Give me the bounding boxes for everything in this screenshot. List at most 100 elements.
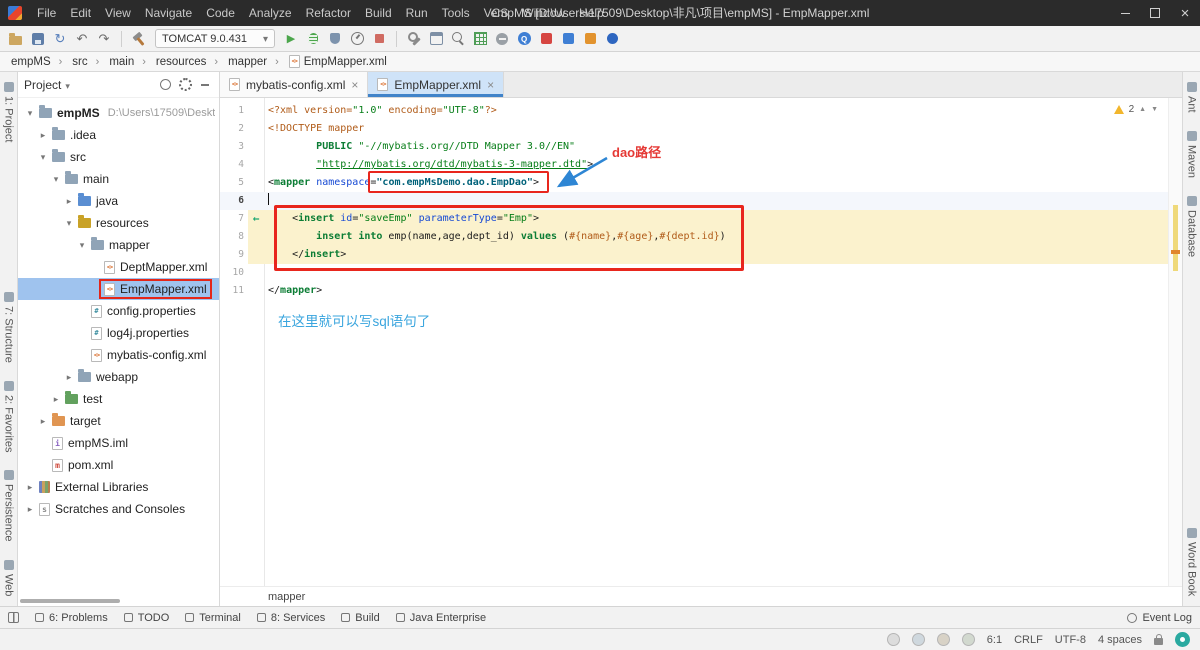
build-icon[interactable] [129, 29, 149, 49]
encoding-selector[interactable]: UTF-8 [1055, 634, 1086, 646]
plug-red-icon[interactable] [536, 29, 556, 49]
breadcrumb-empms[interactable]: empMS [10, 56, 52, 68]
tree-row-config-properties[interactable]: config.properties [18, 300, 219, 322]
plugin-status-icon[interactable] [1175, 632, 1190, 647]
code-text[interactable]: </insert> [264, 246, 1168, 264]
menu-build[interactable]: Build [358, 0, 399, 26]
breadcrumb-main[interactable]: main [89, 56, 136, 68]
indent-selector[interactable]: 4 spaces [1098, 634, 1142, 646]
menu-navigate[interactable]: Navigate [138, 0, 199, 26]
debug-icon[interactable] [303, 29, 323, 49]
breadcrumb-resources[interactable]: resources [135, 56, 207, 68]
hide-panel-icon[interactable] [197, 77, 213, 93]
tool-stripe-7-structure[interactable]: 7: Structure [3, 288, 15, 367]
tool-stripe-1-project[interactable]: 1: Project [3, 78, 15, 146]
run-icon[interactable] [281, 29, 301, 49]
tree-row-external-libraries[interactable]: External Libraries [18, 476, 219, 498]
close-button[interactable] [1170, 0, 1200, 26]
horizontal-scrollbar[interactable] [20, 599, 120, 603]
editor-tab-empmapper-xml[interactable]: EmpMapper.xml [368, 72, 504, 97]
search-icon[interactable] [448, 29, 468, 49]
line-number[interactable]: 6 [220, 192, 248, 210]
profiler-icon[interactable] [347, 29, 367, 49]
tree-row-mapper[interactable]: mapper [18, 234, 219, 256]
tool-stripe-ant[interactable]: Ant [1186, 78, 1198, 117]
line-number[interactable]: 1 [220, 102, 248, 120]
editor-tab-mybatis-config-xml[interactable]: mybatis-config.xml [220, 72, 368, 97]
module-icon[interactable] [426, 29, 446, 49]
next-warning-icon[interactable] [1151, 106, 1158, 113]
line-number[interactable]: 5 [220, 174, 248, 192]
stop-icon[interactable] [369, 29, 389, 49]
menu-tools[interactable]: Tools [435, 0, 477, 26]
prev-warning-icon[interactable] [1139, 106, 1146, 113]
tree-row-src[interactable]: src [18, 146, 219, 168]
menu-view[interactable]: View [98, 0, 138, 26]
editor-breadcrumb[interactable]: mapper [220, 586, 1182, 606]
tree-row-webapp[interactable]: webapp [18, 366, 219, 388]
breadcrumb-mapper[interactable]: mapper [207, 56, 268, 68]
minimize-button[interactable] [1110, 0, 1140, 26]
tree-row-idea[interactable]: .idea [18, 124, 219, 146]
inspection-widget[interactable]: 2 [1114, 104, 1158, 115]
plug-blue2-icon[interactable] [602, 29, 622, 49]
toolwindow-java-enterprise[interactable]: Java Enterprise [396, 612, 486, 624]
wrench-icon[interactable] [404, 29, 424, 49]
qblue-icon[interactable] [514, 29, 534, 49]
tree-row-test[interactable]: test [18, 388, 219, 410]
tree-row-empms[interactable]: empMSD:\Users\17509\Desktop [18, 102, 219, 124]
close-tab-icon[interactable] [351, 78, 358, 92]
line-number[interactable]: 7 [220, 210, 248, 228]
code-area[interactable]: 1<?xml version="1.0" encoding="UTF-8"?>2… [220, 98, 1168, 586]
coverage-icon[interactable] [325, 29, 345, 49]
tree-row-empms-iml[interactable]: empMS.iml [18, 432, 219, 454]
dbgrid-icon[interactable] [470, 29, 490, 49]
tree-row-scratches-and-consoles[interactable]: Scratches and Consoles [18, 498, 219, 520]
menu-edit[interactable]: Edit [63, 0, 98, 26]
code-text[interactable]: PUBLIC "-//mybatis.org//DTD Mapper 3.0//… [264, 138, 1168, 156]
code-text[interactable]: "http://mybatis.org/dtd/mybatis-3-mapper… [264, 156, 1168, 174]
plug-orange-icon[interactable] [580, 29, 600, 49]
error-stripe-scrollbar[interactable] [1168, 98, 1182, 586]
menu-file[interactable]: File [30, 0, 63, 26]
sync-icon[interactable] [50, 29, 70, 49]
tool-stripe-maven[interactable]: Maven [1186, 127, 1198, 182]
toolwindow-8-services[interactable]: 8: Services [257, 612, 325, 624]
tree-row-resources[interactable]: resources [18, 212, 219, 234]
redo-icon[interactable] [94, 29, 114, 49]
status-plugin-icon-3[interactable] [937, 633, 950, 646]
line-number[interactable]: 8 [220, 228, 248, 246]
toolwindow-terminal[interactable]: Terminal [185, 612, 241, 624]
breadcrumb-src[interactable]: src [52, 56, 89, 68]
event-log-button[interactable]: Event Log [1127, 612, 1192, 624]
tool-stripe-persistence[interactable]: Persistence [3, 466, 15, 545]
close-tab-icon[interactable] [487, 78, 494, 92]
tool-stripe-2-favorites[interactable]: 2: Favorites [3, 377, 15, 456]
breadcrumb-tag[interactable]: mapper [268, 591, 305, 603]
chevron-down-icon[interactable] [65, 78, 70, 92]
locate-file-icon[interactable] [157, 77, 173, 93]
toolwindow-switcher-icon[interactable] [8, 612, 19, 623]
tool-stripe-database[interactable]: Database [1186, 192, 1198, 261]
code-text[interactable]: insert into emp(name,age,dept_id) values… [264, 228, 1168, 246]
breadcrumb-empmapper-xml[interactable]: EmpMapper.xml [268, 55, 388, 68]
code-text[interactable]: <!DOCTYPE mapper [264, 120, 1168, 138]
status-plugin-icon-1[interactable] [887, 633, 900, 646]
readonly-lock-icon[interactable] [1154, 638, 1163, 645]
code-text[interactable] [264, 264, 1168, 282]
tool-stripe-web[interactable]: Web [3, 556, 15, 600]
status-plugin-icon-4[interactable] [962, 633, 975, 646]
tree-row-main[interactable]: main [18, 168, 219, 190]
tool-stripe-word-book[interactable]: Word Book [1186, 524, 1198, 600]
run-configuration-selector[interactable]: TOMCAT 9.0.431 [155, 29, 275, 48]
caret-position[interactable]: 6:1 [987, 634, 1002, 646]
status-plugin-icon-2[interactable] [912, 633, 925, 646]
noentry-icon[interactable] [492, 29, 512, 49]
line-number[interactable]: 11 [220, 282, 248, 300]
plug-blue-icon[interactable] [558, 29, 578, 49]
menu-vcs[interactable]: VCS [477, 0, 516, 26]
code-text[interactable]: </mapper> [264, 282, 1168, 300]
toolwindow-build[interactable]: Build [341, 612, 379, 624]
line-number[interactable]: 10 [220, 264, 248, 282]
code-text[interactable]: <insert id="saveEmp" parameterType="Emp"… [264, 210, 1168, 228]
